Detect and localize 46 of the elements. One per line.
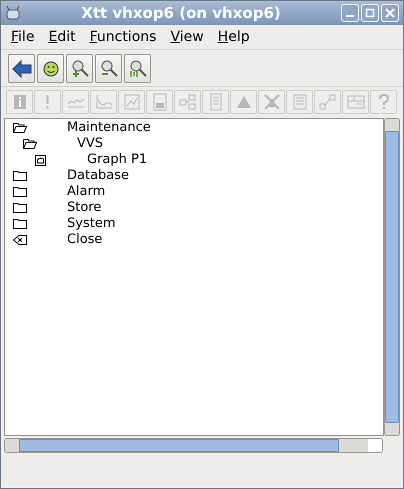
zoom-reset-icon	[128, 58, 148, 78]
app-icon	[5, 5, 21, 21]
graph-icon	[122, 92, 142, 112]
smiley-icon	[40, 58, 60, 78]
tree-item[interactable]: System	[67, 216, 116, 232]
tree-item[interactable]: VVS	[77, 136, 104, 152]
toolbar-button[interactable]	[66, 54, 93, 83]
tree-item[interactable]: Maintenance	[67, 120, 151, 136]
cross-icon	[262, 92, 282, 112]
tree-item[interactable]: Alarm	[67, 184, 106, 200]
menu-item[interactable]: View	[164, 26, 210, 48]
command-icon	[13, 235, 27, 245]
hierarchy-icon	[178, 92, 198, 112]
open-folder-icon	[23, 139, 37, 149]
maximize-button[interactable]	[361, 4, 379, 22]
folder-icon	[13, 203, 27, 213]
back-arrow-icon	[12, 58, 32, 78]
folder-icon	[13, 187, 27, 197]
close-icon	[385, 8, 395, 18]
cross-reference-icon	[318, 92, 338, 112]
menu-item[interactable]: Edit	[42, 26, 82, 48]
vertical-scrollbar[interactable]	[384, 118, 400, 436]
toolbar-button[interactable]	[37, 54, 64, 83]
toolbar-button[interactable]	[124, 54, 151, 83]
toolbar-button[interactable]	[8, 54, 35, 83]
folder-icon	[13, 171, 27, 181]
menu-item[interactable]: File	[5, 26, 40, 48]
zoom-in-icon	[70, 58, 90, 78]
close-button[interactable]	[381, 4, 399, 22]
zoom-out-icon	[98, 58, 118, 78]
menu-item[interactable]: Help	[212, 26, 256, 48]
graph-icon	[34, 154, 46, 166]
maximize-icon	[365, 8, 375, 18]
open-folder-icon	[13, 123, 27, 133]
exclamation-icon	[46, 95, 49, 109]
minimize-icon	[345, 15, 355, 17]
toolbar-button[interactable]	[95, 54, 122, 83]
folder-icon	[13, 219, 27, 229]
menu-item[interactable]: Functions	[84, 26, 162, 48]
tree-item[interactable]: Store	[67, 200, 102, 216]
horizontal-scrollbar[interactable]	[4, 438, 383, 453]
tree-item[interactable]: Database	[67, 168, 130, 184]
tree-item[interactable]: Close	[67, 232, 102, 248]
minimize-button[interactable]	[341, 4, 359, 22]
tree-item[interactable]: Graph P1	[87, 152, 148, 168]
window-title: Xtt vhxop6 (on vhxop6)	[80, 2, 282, 24]
